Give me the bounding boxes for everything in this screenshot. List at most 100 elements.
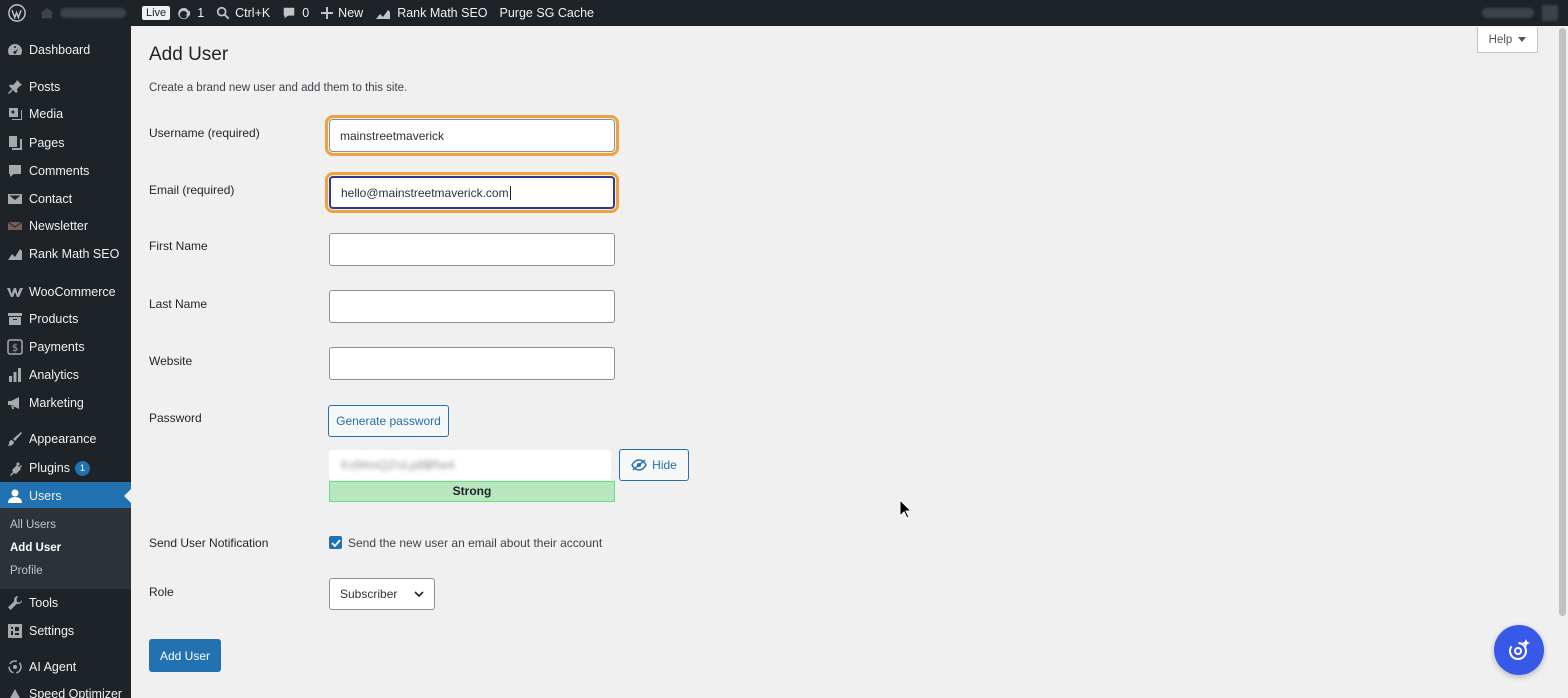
sidebar-item-label: Rank Math SEO — [29, 247, 120, 261]
page-title: Add User — [149, 44, 229, 65]
password-value: Kx9#mQ2!vLp8$Rw4 — [341, 458, 455, 472]
sidebar-item-ai-agent[interactable]: AI Agent — [0, 653, 131, 681]
comments-count: 0 — [302, 6, 310, 20]
add-user-submit-button[interactable]: Add User — [149, 639, 221, 672]
bar-chart-icon — [7, 367, 23, 383]
avatar — [1542, 5, 1558, 21]
sidebar-item-users[interactable]: Users — [0, 482, 131, 510]
sidebar-item-appearance[interactable]: Appearance — [0, 425, 131, 453]
sidebar-item-label: Analytics — [29, 368, 80, 382]
first-name-input[interactable] — [329, 233, 615, 266]
ai-agent-icon — [7, 659, 23, 675]
sidebar-item-speed-optimizer[interactable]: Speed Optimizer — [0, 680, 131, 698]
text-caret — [509, 185, 511, 200]
username-input[interactable]: mainstreetmaverick — [325, 115, 619, 156]
sidebar-item-label: Comments — [29, 164, 90, 178]
comments-link[interactable]: 0 — [276, 0, 315, 26]
sidebar-item-tools[interactable]: Tools — [0, 589, 131, 617]
sidebar-item-posts[interactable]: Posts — [0, 73, 131, 101]
sidebar-item-settings[interactable]: Settings — [0, 617, 131, 645]
plus-icon — [321, 7, 334, 19]
rankmath-link[interactable]: Rank Math SEO — [369, 0, 493, 26]
sidebar-item-label: Media — [29, 107, 64, 121]
sidebar-item-products[interactable]: Products — [0, 305, 131, 333]
updates-link[interactable]: 1 — [170, 0, 210, 26]
rankmath-icon — [376, 10, 391, 19]
email-input[interactable]: hello@mainstreetmaverick.com — [325, 172, 619, 213]
plugins-update-badge: 1 — [75, 460, 90, 476]
generate-password-label: Generate password — [336, 414, 441, 428]
username-label: Username (required) — [149, 126, 260, 140]
media-icon — [7, 106, 23, 122]
sidebar-item-label: Plugins — [29, 461, 70, 475]
email-label: Email (required) — [149, 183, 235, 197]
chevron-down-icon — [414, 591, 424, 597]
shortcut-label: Ctrl+K — [235, 6, 271, 20]
submenu-all-users[interactable]: All Users — [10, 519, 56, 531]
comment-icon — [283, 7, 295, 19]
sidebar-item-label: Settings — [29, 624, 75, 638]
page-scrollbar[interactable] — [1557, 26, 1568, 698]
caret-down-icon — [1518, 37, 1527, 42]
site-name[interactable] — [34, 0, 138, 26]
sidebar-item-label: Tools — [29, 596, 59, 610]
website-input[interactable] — [329, 347, 615, 380]
sidebar-item-payments[interactable]: $ Payments — [0, 333, 131, 361]
hide-password-button[interactable]: Hide — [619, 449, 689, 481]
pin-icon — [7, 79, 23, 95]
password-input[interactable]: Kx9#mQ2!vLp8$Rw4 — [329, 450, 611, 480]
archive-icon — [7, 311, 23, 327]
sidebar-item-pages[interactable]: Pages — [0, 129, 131, 157]
help-button[interactable]: Help — [1477, 27, 1538, 53]
ai-assistant-fab[interactable] — [1494, 625, 1544, 675]
sidebar-item-label: Marketing — [29, 396, 84, 410]
sidebar-item-label: Speed Optimizer — [29, 687, 123, 698]
submenu-profile[interactable]: Profile — [10, 565, 43, 577]
new-label: New — [338, 6, 364, 20]
send-notification-checkbox[interactable] — [329, 536, 342, 549]
purge-cache-link[interactable]: Purge SG Cache — [494, 0, 601, 26]
main-content: Help Add User Create a brand new user an… — [131, 26, 1557, 698]
admin-sidebar: Dashboard Posts Media Pages Comments Con… — [0, 26, 131, 698]
comment-icon — [7, 163, 23, 179]
users-submenu: All Users Add User Profile — [0, 508, 131, 589]
sidebar-item-media[interactable]: Media — [0, 100, 131, 128]
sidebar-item-marketing[interactable]: Marketing — [0, 389, 131, 417]
refresh-icon — [178, 7, 191, 19]
sidebar-item-label: Posts — [29, 80, 61, 94]
website-label: Website — [149, 354, 193, 368]
sidebar-item-newsletter[interactable]: Newsletter — [0, 212, 131, 240]
sidebar-item-woocommerce[interactable]: WooCommerce — [0, 278, 131, 306]
last-name-label: Last Name — [149, 297, 208, 311]
sidebar-item-label: WooCommerce — [29, 285, 116, 299]
sidebar-item-label: Payments — [29, 340, 85, 354]
svg-text:$: $ — [12, 343, 18, 354]
woo-icon — [7, 284, 23, 300]
notification-text[interactable]: Send the new user an email about their a… — [348, 536, 602, 550]
first-name-label: First Name — [149, 239, 208, 253]
role-select[interactable]: Subscriber — [329, 578, 435, 610]
sidebar-item-label: Products — [29, 312, 79, 326]
my-account[interactable] — [1482, 0, 1558, 26]
scrollbar-thumb[interactable] — [1559, 28, 1566, 616]
sidebar-item-dashboard[interactable]: Dashboard — [0, 36, 131, 64]
hide-label: Hide — [652, 458, 677, 472]
sidebar-item-plugins[interactable]: Plugins 1 — [0, 454, 131, 482]
submenu-add-user[interactable]: Add User — [10, 542, 61, 554]
wordpress-logo-icon[interactable] — [0, 0, 34, 26]
sidebar-item-label: Appearance — [29, 432, 97, 446]
role-value: Subscriber — [340, 587, 398, 601]
user-icon — [7, 488, 23, 504]
sidebar-item-analytics[interactable]: Analytics — [0, 361, 131, 389]
mail-icon — [7, 191, 23, 207]
new-content-link[interactable]: New — [315, 0, 369, 26]
updates-count: 1 — [197, 6, 205, 20]
command-palette-link[interactable]: Ctrl+K — [210, 0, 276, 26]
sidebar-item-rankmath[interactable]: Rank Math SEO — [0, 240, 131, 268]
last-name-input[interactable] — [329, 290, 615, 323]
sidebar-item-contact[interactable]: Contact — [0, 185, 131, 213]
generate-password-button[interactable]: Generate password — [328, 405, 449, 437]
sidebar-item-comments[interactable]: Comments — [0, 157, 131, 185]
sidebar-item-label: Dashboard — [29, 43, 91, 57]
rankmath-icon — [7, 246, 23, 262]
